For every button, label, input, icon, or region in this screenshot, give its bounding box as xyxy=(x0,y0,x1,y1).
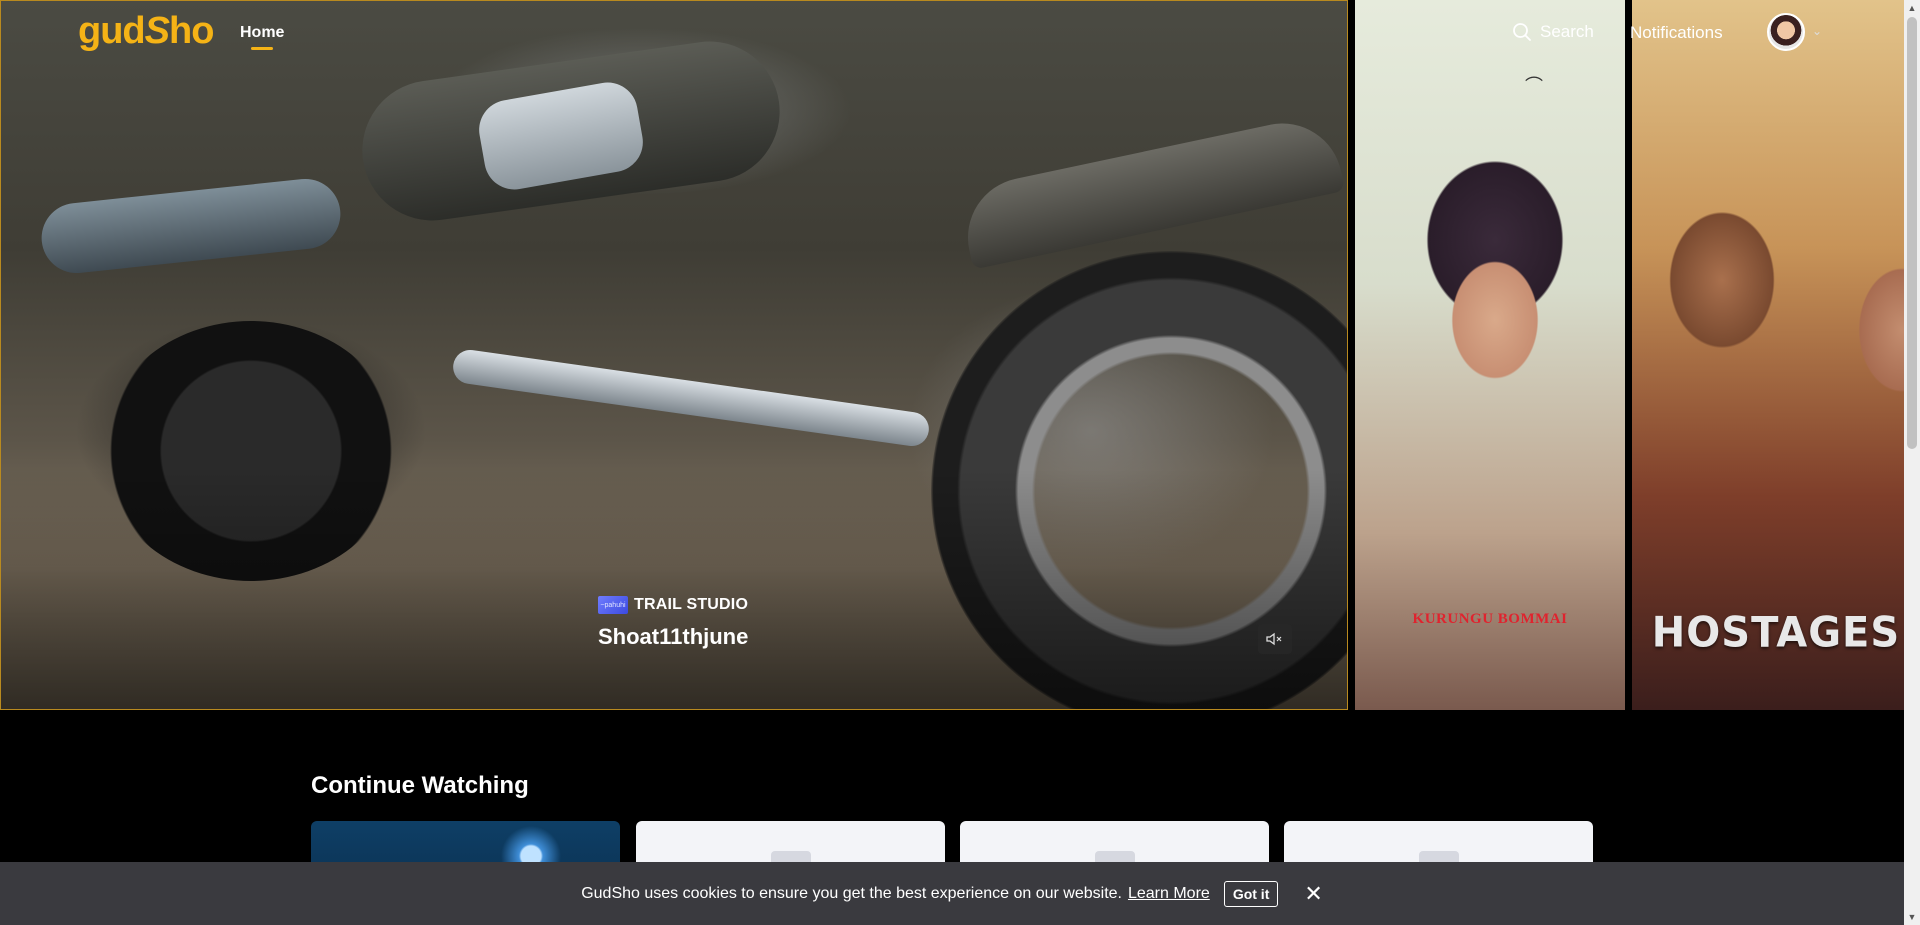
continue-watching-title: Continue Watching xyxy=(311,772,529,799)
hero-caption: ~pahuhi TRAIL STUDIO Shoat11thjune xyxy=(598,596,748,650)
speaker-muted-icon xyxy=(1266,632,1282,646)
close-icon[interactable]: ✕ xyxy=(1304,882,1322,905)
search-icon xyxy=(1513,23,1531,41)
hero-video-exhaust xyxy=(38,175,344,277)
video-title: Shoat11thjune xyxy=(598,624,749,649)
poster-card[interactable]: HOSTAGES xyxy=(1632,0,1920,710)
page-scrollbar[interactable]: ▲ ▼ xyxy=(1904,0,1920,925)
poster-card[interactable]: KURUNGU BOMMAI xyxy=(1355,0,1625,710)
hero-video-fender xyxy=(956,112,1346,270)
hero-video-pipe xyxy=(450,347,932,449)
hero-shade xyxy=(1,469,1347,709)
chevron-down-icon[interactable]: ⌄ xyxy=(1812,24,1822,38)
hero-banner: ~pahuhi TRAIL STUDIO Shoat11thjune KURUN… xyxy=(0,0,1920,714)
cookie-banner: GudSho uses cookies to ensure you get th… xyxy=(0,862,1904,925)
poster-title: KURUNGU BOMMAI xyxy=(1412,611,1568,627)
learn-more-link[interactable]: Learn More xyxy=(1128,885,1210,903)
scrollbar-thumb[interactable] xyxy=(1907,17,1917,449)
scroll-up-arrow-icon[interactable]: ▲ xyxy=(1904,0,1920,16)
search-button[interactable]: Search xyxy=(1512,22,1594,42)
nav-home-link[interactable]: Home xyxy=(240,24,284,42)
got-it-button[interactable]: Got it xyxy=(1223,880,1279,907)
logo-part: gud xyxy=(78,10,146,52)
logo-part: ho xyxy=(169,10,214,52)
search-label: Search xyxy=(1540,22,1594,41)
top-nav: gudSho Home Search Notifications ⌄ xyxy=(0,0,1920,66)
studio-name: TRAIL STUDIO xyxy=(634,596,749,613)
bird-decoration: ⌒ xyxy=(1525,76,1543,96)
active-tab-indicator xyxy=(251,47,273,50)
cookie-text: GudSho uses cookies to ensure you get th… xyxy=(581,884,1122,902)
mute-button[interactable] xyxy=(1258,624,1292,654)
scroll-down-arrow-icon[interactable]: ▼ xyxy=(1904,909,1920,925)
poster-title: HOSTAGES xyxy=(1651,608,1901,658)
avatar[interactable] xyxy=(1767,13,1805,51)
studio-logo: ~pahuhi xyxy=(598,596,628,614)
studio-row[interactable]: ~pahuhi TRAIL STUDIO xyxy=(598,596,748,614)
notifications-link[interactable]: Notifications xyxy=(1630,23,1723,43)
logo-part: S xyxy=(144,10,170,52)
gudsho-logo[interactable]: gudSho xyxy=(78,10,214,53)
